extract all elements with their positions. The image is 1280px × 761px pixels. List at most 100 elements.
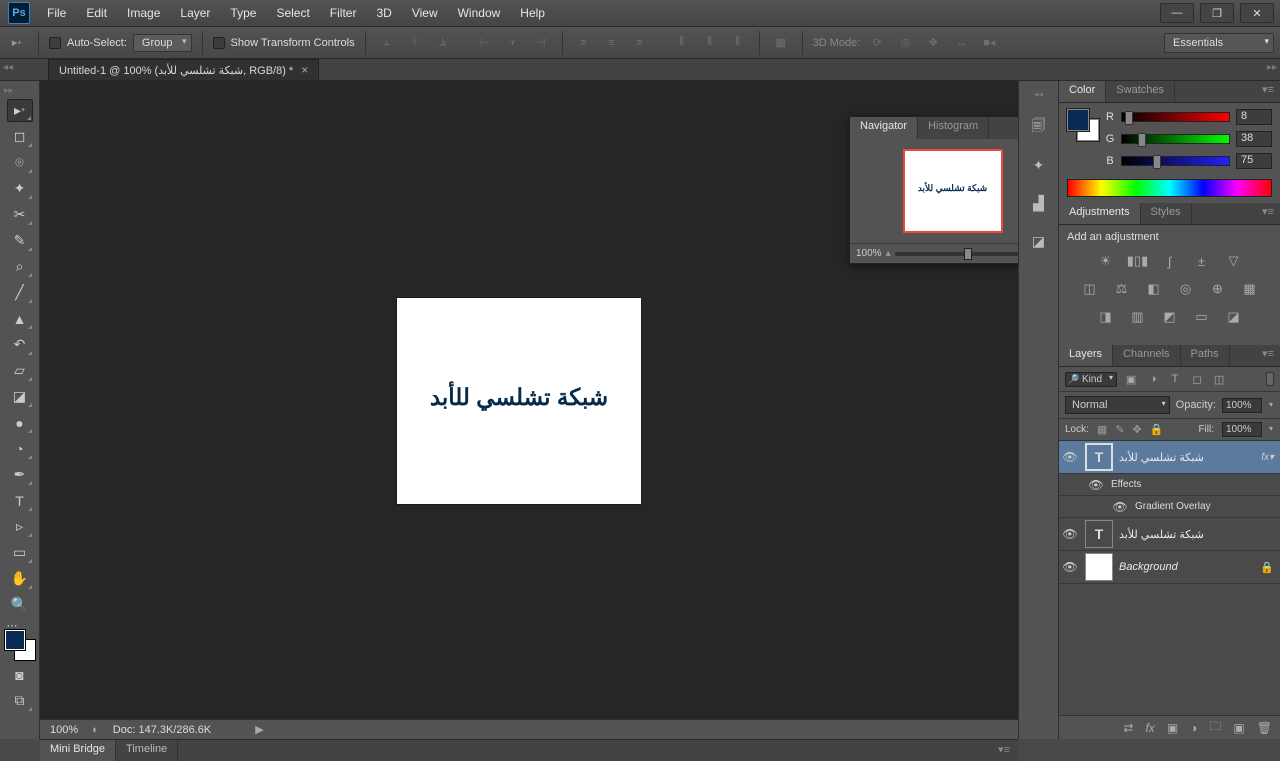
character-panel-icon[interactable]: ◪ — [1026, 230, 1052, 252]
layer-name[interactable]: شبكة تشلسي للأبد — [1119, 528, 1274, 541]
path-select-tool[interactable]: ▹ — [7, 515, 33, 538]
minimize-button[interactable]: — — [1160, 3, 1194, 23]
move-tool[interactable]: ▸+ — [7, 99, 33, 122]
dodge-tool[interactable]: ◔ — [7, 437, 33, 460]
tabbar-handle-right-icon[interactable]: ▸▸ — [1267, 62, 1277, 73]
lock-all-icon[interactable]: 🔒 — [1150, 423, 1164, 436]
r-slider[interactable] — [1121, 112, 1230, 122]
align-vcenter-icon[interactable]: ⫯ — [404, 32, 426, 54]
align-right-icon[interactable]: ⊣ — [530, 32, 552, 54]
tab-histogram[interactable]: Histogram — [918, 117, 989, 139]
marquee-tool[interactable]: ◻ — [7, 125, 33, 148]
document-tab[interactable]: Untitled-1 @ 100% (شبكة تشلسي للأبد, RGB… — [48, 59, 319, 80]
brightness-icon[interactable]: ☀ — [1095, 251, 1117, 271]
brush-tool[interactable]: ╱ — [7, 281, 33, 304]
eraser-tool[interactable]: ▱ — [7, 359, 33, 382]
filter-adjustment-icon[interactable]: ◑ — [1145, 371, 1161, 387]
screenmode-tool[interactable]: ⧉ — [7, 689, 33, 712]
menu-edit[interactable]: Edit — [77, 2, 116, 24]
distribute-vcenter-icon[interactable]: ≡ — [601, 32, 623, 54]
layer-row[interactable]: 👁 T شبكة تشلسي للأبد — [1059, 518, 1280, 551]
tabbar-handle-left-icon[interactable]: ◂◂ — [3, 62, 13, 73]
exposure-icon[interactable]: ± — [1191, 251, 1213, 271]
align-hcenter-icon[interactable]: ⫟ — [502, 32, 524, 54]
filter-type-icon[interactable]: T — [1167, 371, 1183, 387]
g-value[interactable]: 38 — [1236, 131, 1272, 147]
blend-mode-dropdown[interactable]: Normal — [1065, 396, 1170, 414]
adjustments-menu-icon[interactable]: ▾≡ — [1256, 203, 1280, 224]
tab-channels[interactable]: Channels — [1113, 345, 1180, 366]
lock-pixels-icon[interactable]: ✎ — [1115, 423, 1124, 436]
layer-name[interactable]: شبكة تشلسي للأبد — [1119, 451, 1255, 464]
fill-value[interactable]: 100% — [1222, 422, 1262, 437]
opacity-value[interactable]: 100% — [1222, 398, 1262, 413]
shape-tool[interactable]: ▭ — [7, 541, 33, 564]
visibility-toggle-icon[interactable]: 👁 — [1061, 450, 1079, 464]
visibility-toggle-icon[interactable]: 👁 — [1111, 500, 1129, 514]
curves-icon[interactable]: ∫ — [1159, 251, 1181, 271]
channelmixer-icon[interactable]: ⊕ — [1207, 279, 1229, 299]
properties-panel-icon[interactable]: ✦ — [1026, 154, 1052, 176]
menu-type[interactable]: Type — [221, 2, 265, 24]
canvas-area[interactable]: شبكة تشلسي للأبد Navigator Histogram ▸▸ … — [40, 81, 1018, 739]
info-panel-icon[interactable]: ▟ — [1026, 192, 1052, 214]
layer-filter-kind[interactable]: Kind — [1065, 372, 1117, 387]
align-left-icon[interactable]: ⊢ — [474, 32, 496, 54]
hue-icon[interactable]: ◫ — [1079, 279, 1101, 299]
group-icon[interactable]: 🗀 — [1209, 717, 1221, 738]
stamp-tool[interactable]: ▲ — [7, 307, 33, 330]
pen-tool[interactable]: ✒ — [7, 463, 33, 486]
menu-window[interactable]: Window — [449, 2, 510, 24]
bw-icon[interactable]: ◧ — [1143, 279, 1165, 299]
eyedropper-tool[interactable]: ✎ — [7, 229, 33, 252]
layer-mask-icon[interactable]: ▣ — [1167, 721, 1178, 735]
healing-tool[interactable]: ⌕ — [7, 255, 33, 278]
menu-file[interactable]: File — [38, 2, 75, 24]
visibility-toggle-icon[interactable]: 👁 — [1061, 527, 1079, 541]
delete-layer-icon[interactable]: 🗑 — [1257, 721, 1272, 735]
color-picker[interactable] — [5, 630, 35, 660]
align-top-icon[interactable]: ⫠ — [376, 32, 398, 54]
b-value[interactable]: 75 — [1236, 153, 1272, 169]
crop-tool[interactable]: ✂ — [7, 203, 33, 226]
layer-effect-item[interactable]: 👁 Gradient Overlay — [1059, 496, 1280, 518]
distribute-bottom-icon[interactable]: ≡ — [629, 32, 651, 54]
distribute-right-icon[interactable]: ⦀ — [727, 32, 749, 54]
zoom-out-icon[interactable]: ▴ — [886, 248, 891, 259]
adjustment-layer-icon[interactable]: ◑ — [1190, 721, 1197, 735]
type-tool[interactable]: T — [7, 489, 33, 512]
color-panel-menu-icon[interactable]: ▾≡ — [1256, 81, 1280, 102]
invert-icon[interactable]: ◨ — [1095, 307, 1117, 327]
tab-adjustments[interactable]: Adjustments — [1059, 203, 1141, 224]
filter-smart-icon[interactable]: ◫ — [1211, 371, 1227, 387]
auto-align-icon[interactable]: ▦ — [770, 32, 792, 54]
toolbox-handle-icon[interactable]: ▸▸ — [4, 85, 13, 96]
layer-fx-indicator[interactable]: fx▾ — [1261, 452, 1274, 463]
photofilter-icon[interactable]: ◎ — [1175, 279, 1197, 299]
strip-handle-icon[interactable]: ◂◂ — [1034, 89, 1043, 100]
menu-filter[interactable]: Filter — [321, 2, 366, 24]
lasso-tool[interactable]: ⌾ — [7, 151, 33, 174]
bottom-collapse-icon[interactable]: ▾≡ — [990, 740, 1018, 761]
tab-styles[interactable]: Styles — [1141, 203, 1192, 224]
align-bottom-icon[interactable]: ⫡ — [432, 32, 454, 54]
auto-select-checkbox[interactable] — [49, 37, 61, 49]
selectivecolor-icon[interactable]: ◪ — [1223, 307, 1245, 327]
vibrance-icon[interactable]: ▽ — [1223, 251, 1245, 271]
menu-3d[interactable]: 3D — [367, 2, 400, 24]
layer-row-background[interactable]: 👁 Background 🔒 — [1059, 551, 1280, 584]
layer-row[interactable]: 👁 T شبكة تشلسي للأبد fx▾ — [1059, 441, 1280, 474]
quickmask-tool[interactable]: ◙ — [7, 663, 33, 686]
navigator-preview[interactable]: شبكة تشلسي للأبد — [903, 149, 1003, 233]
gradientmap-icon[interactable]: ▭ — [1191, 307, 1213, 327]
layer-effects-row[interactable]: 👁 Effects — [1059, 474, 1280, 496]
distribute-left-icon[interactable]: ⦀ — [671, 32, 693, 54]
status-arrow-icon[interactable]: ▶ — [255, 723, 263, 736]
status-zoom[interactable]: 100% — [50, 724, 78, 736]
g-slider[interactable] — [1121, 134, 1230, 144]
distribute-hcenter-icon[interactable]: ⦀ — [699, 32, 721, 54]
tab-layers[interactable]: Layers — [1059, 345, 1113, 366]
colorlookup-icon[interactable]: ▦ — [1239, 279, 1261, 299]
blur-tool[interactable]: ● — [7, 411, 33, 434]
close-tab-icon[interactable]: × — [301, 63, 308, 77]
